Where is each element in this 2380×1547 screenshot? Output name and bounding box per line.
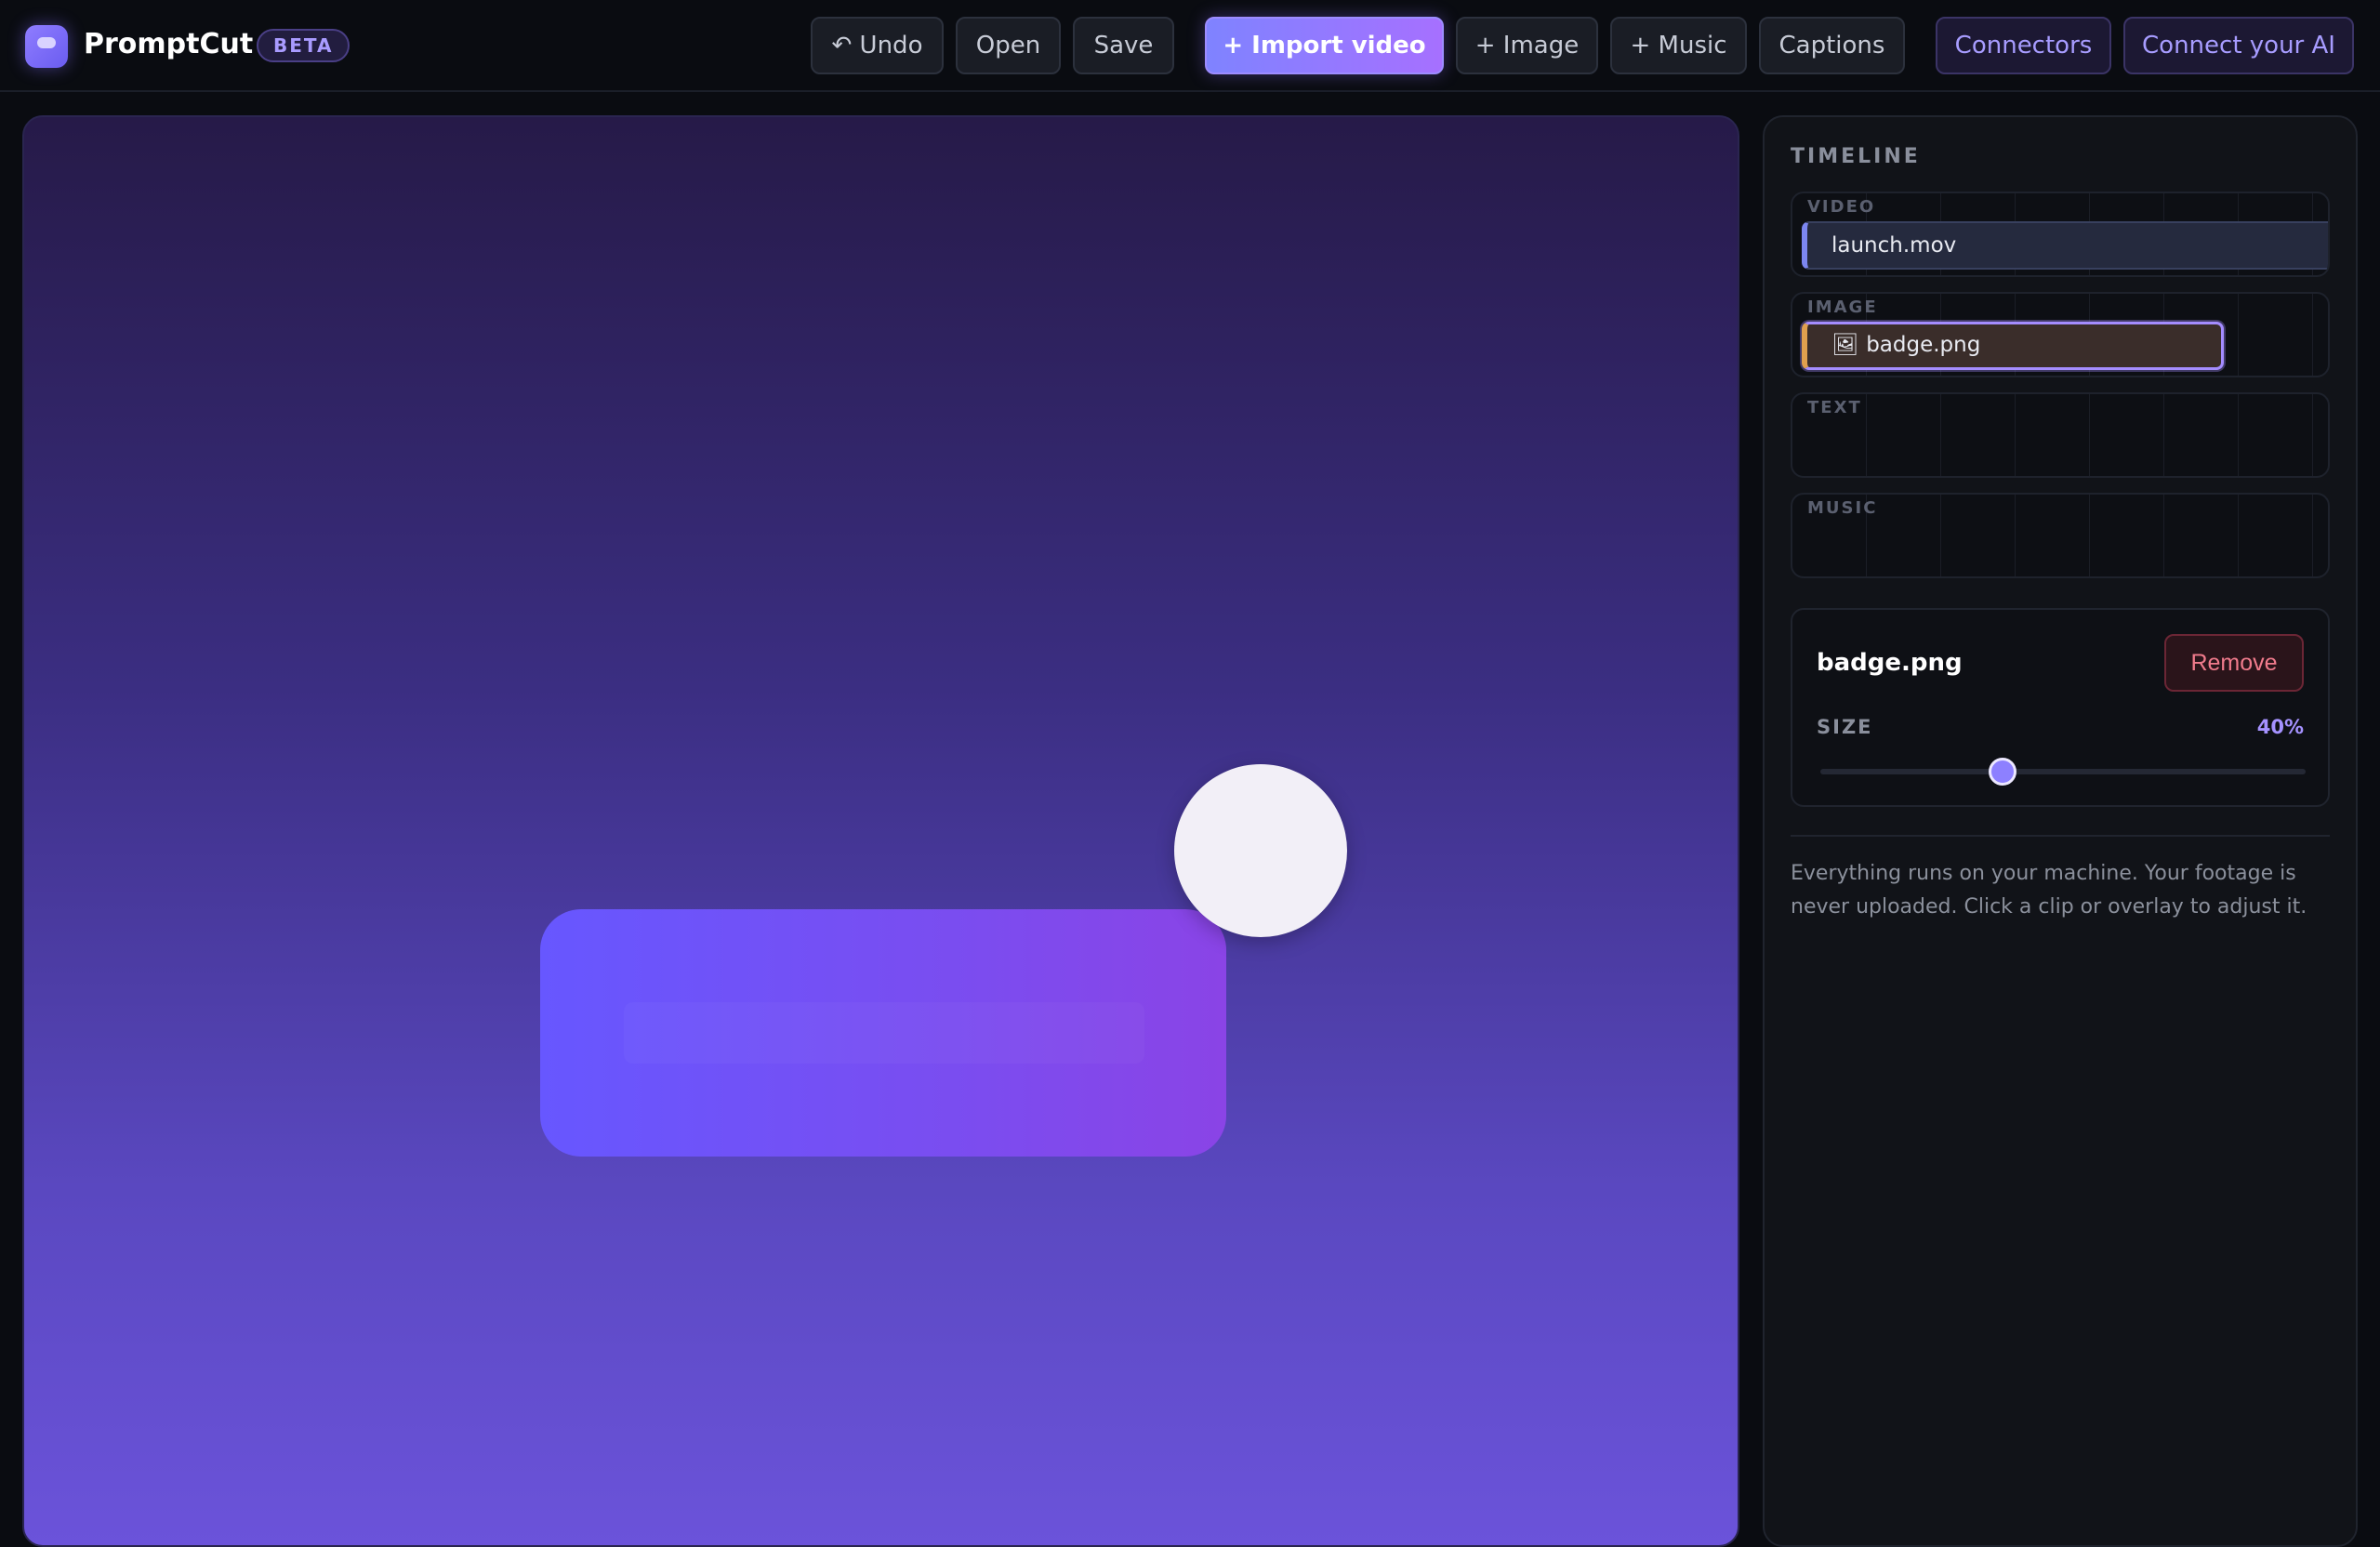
banner-shade bbox=[624, 1002, 1144, 1064]
remove-button[interactable]: Remove bbox=[2164, 634, 2304, 692]
track-label: MUSIC bbox=[1807, 498, 1878, 518]
side-panel: TIMELINE VIDEO launch.mov IMAGE 🖼 badge.p… bbox=[1763, 115, 2358, 1547]
track-music[interactable]: MUSIC bbox=[1791, 493, 2330, 578]
beta-badge: BETA bbox=[257, 29, 350, 62]
connectors-button[interactable]: Connectors bbox=[1936, 17, 2111, 74]
save-button[interactable]: Save bbox=[1073, 17, 1174, 74]
clip-image[interactable]: 🖼 badge.png bbox=[1802, 322, 2224, 370]
track-image[interactable]: IMAGE 🖼 badge.png bbox=[1791, 292, 2330, 377]
track-label: VIDEO bbox=[1807, 197, 1876, 217]
add-image-button[interactable]: + Image bbox=[1456, 17, 1598, 74]
badge-image-overlay[interactable] bbox=[1174, 764, 1347, 937]
clip-name: badge.png bbox=[1866, 333, 1981, 357]
connect-ai-button[interactable]: Connect your AI bbox=[2123, 17, 2354, 74]
captions-button[interactable]: Captions bbox=[1759, 17, 1905, 74]
timeline-title: TIMELINE bbox=[1791, 145, 1921, 168]
size-label: SIZE bbox=[1817, 716, 1873, 738]
add-music-button[interactable]: + Music bbox=[1610, 17, 1747, 74]
undo-button[interactable]: ↶ Undo bbox=[811, 17, 944, 74]
import-video-button[interactable]: + Import video bbox=[1205, 17, 1444, 74]
size-slider[interactable] bbox=[1820, 758, 2306, 786]
inspector-clip-name: badge.png bbox=[1817, 649, 1963, 677]
clip-inspector: badge.png Remove SIZE 40% bbox=[1791, 608, 2330, 807]
preview-banner-overlay[interactable] bbox=[540, 909, 1226, 1157]
slider-thumb[interactable] bbox=[1988, 758, 2016, 786]
track-label: TEXT bbox=[1807, 398, 1862, 417]
track-text[interactable]: TEXT bbox=[1791, 392, 2330, 478]
clip-video[interactable]: launch.mov bbox=[1802, 221, 2328, 270]
help-text: Everything runs on your machine. Your fo… bbox=[1791, 862, 2307, 919]
track-label: IMAGE bbox=[1807, 298, 1878, 317]
clip-name: launch.mov bbox=[1831, 233, 1957, 258]
app-name: PromptCut bbox=[84, 28, 254, 60]
track-video[interactable]: VIDEO launch.mov bbox=[1791, 192, 2330, 277]
divider bbox=[1791, 835, 2330, 837]
video-preview[interactable] bbox=[22, 115, 1739, 1547]
size-value: 40% bbox=[2256, 716, 2304, 738]
image-icon: 🖼 bbox=[1831, 333, 1859, 357]
open-button[interactable]: Open bbox=[956, 17, 1061, 74]
top-bar: PromptCut BETA ↶ Undo Open Save + Import… bbox=[0, 0, 2380, 92]
app-logo-icon bbox=[25, 25, 68, 68]
